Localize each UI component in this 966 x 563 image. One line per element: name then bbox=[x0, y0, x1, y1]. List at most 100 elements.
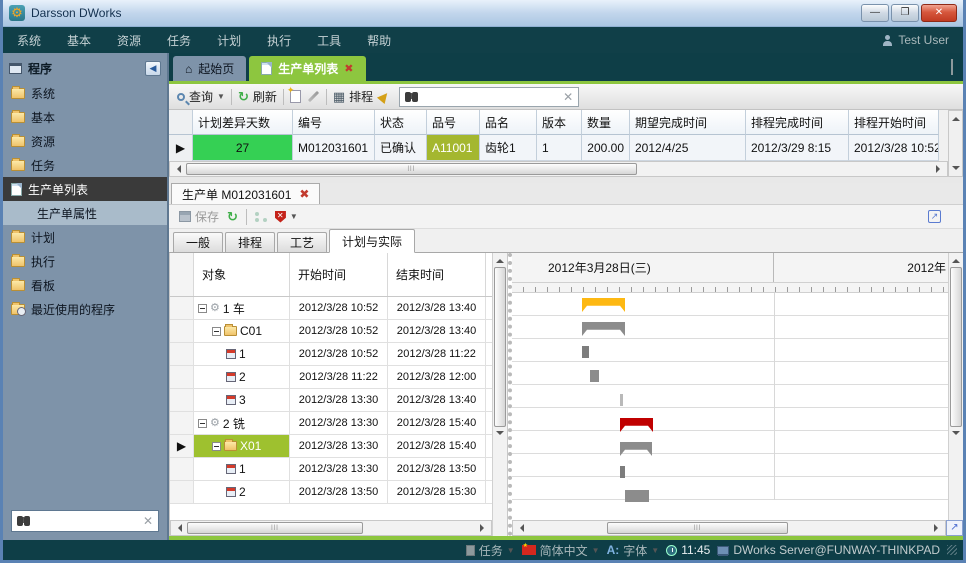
tree-vscrollbar[interactable] bbox=[492, 253, 507, 536]
new-button[interactable] bbox=[290, 90, 301, 103]
grid-cell-7[interactable]: 2012/4/25 bbox=[630, 135, 746, 161]
scroll-left-icon[interactable] bbox=[171, 521, 187, 535]
sidebar-item-3[interactable]: 任务 bbox=[3, 153, 167, 177]
gantt-bar-4[interactable] bbox=[620, 394, 623, 406]
schedule-button[interactable]: ▦ 排程 bbox=[333, 88, 373, 105]
menu-item-4[interactable]: 计划 bbox=[217, 34, 241, 48]
tree-row-3[interactable]: 22012/3/28 11:222012/3/28 12:00 bbox=[170, 366, 492, 389]
status-language[interactable]: 简体中文 ▼ bbox=[522, 542, 600, 559]
tree-hscrollbar[interactable] bbox=[170, 520, 492, 536]
menu-item-5[interactable]: 执行 bbox=[267, 34, 291, 48]
sidebar-item-5[interactable]: 生产单属性 bbox=[3, 201, 167, 225]
grid-header-3[interactable]: 品号 bbox=[427, 110, 480, 135]
grid-row[interactable]: ▶ 27M012031601已确认A11001齿轮11200.002012/4/… bbox=[169, 135, 948, 161]
grid-header-5[interactable]: 版本 bbox=[537, 110, 582, 135]
grid-header-6[interactable]: 数量 bbox=[582, 110, 630, 135]
start-time-cell[interactable]: 2012/3/28 10:52 bbox=[290, 297, 388, 319]
grid-cell-3[interactable]: A11001 bbox=[427, 135, 480, 161]
gantt-chart-body[interactable] bbox=[512, 293, 948, 500]
resize-grip[interactable] bbox=[947, 545, 957, 555]
scroll-thumb[interactable] bbox=[494, 267, 506, 427]
start-time-cell[interactable]: 2012/3/28 13:30 bbox=[290, 458, 388, 480]
grid-cell-0[interactable]: 27 bbox=[193, 135, 293, 161]
tree-object-cell[interactable]: 2 bbox=[194, 481, 290, 503]
sidebar-item-1[interactable]: 基本 bbox=[3, 105, 167, 129]
scroll-right-icon[interactable] bbox=[931, 162, 947, 176]
tab-home[interactable]: ⌂ 起始页 bbox=[173, 56, 246, 81]
sidebar-collapse-button[interactable]: ◀ bbox=[145, 61, 161, 76]
end-time-cell[interactable]: 2012/3/28 15:40 bbox=[388, 412, 486, 434]
scroll-right-icon[interactable] bbox=[929, 521, 945, 535]
minimize-button[interactable]: — bbox=[861, 4, 889, 22]
font-dropdown-icon[interactable]: ▼ bbox=[651, 546, 659, 555]
end-time-cell[interactable]: 2012/3/28 13:40 bbox=[388, 320, 486, 342]
gantt-bar-8[interactable] bbox=[625, 490, 649, 502]
clear-search-icon[interactable]: ✕ bbox=[143, 514, 153, 528]
detail-tab-close-icon[interactable]: ✖ bbox=[299, 187, 309, 201]
tab-close-icon[interactable]: ✖ bbox=[344, 62, 353, 75]
start-time-cell[interactable]: 2012/3/28 13:30 bbox=[290, 389, 388, 411]
sidebar-item-6[interactable]: 计划 bbox=[3, 225, 167, 249]
gantt-hscrollbar[interactable] bbox=[512, 520, 946, 536]
sidebar-item-8[interactable]: 看板 bbox=[3, 273, 167, 297]
scroll-up-icon[interactable] bbox=[952, 113, 960, 121]
language-dropdown-icon[interactable]: ▼ bbox=[592, 546, 600, 555]
tree-row-5[interactable]: ⚙2 铣2012/3/28 13:302012/3/28 15:40 bbox=[170, 412, 492, 435]
grid-cell-4[interactable]: 齿轮1 bbox=[480, 135, 537, 161]
gantt-bar-7[interactable] bbox=[620, 466, 625, 478]
grid-header-8[interactable]: 排程完成时间 bbox=[746, 110, 849, 135]
end-time-cell[interactable]: 2012/3/28 11:22 bbox=[388, 343, 486, 365]
menu-item-0[interactable]: 系统 bbox=[17, 34, 41, 48]
grid-cell-9[interactable]: 2012/3/28 10:52 bbox=[849, 135, 939, 161]
clean-button[interactable] bbox=[379, 92, 389, 102]
tree-row-7[interactable]: 12012/3/28 13:302012/3/28 13:50 bbox=[170, 458, 492, 481]
start-time-cell[interactable]: 2012/3/28 13:30 bbox=[290, 435, 388, 457]
scroll-down-icon[interactable] bbox=[952, 431, 960, 439]
query-button[interactable]: 查询 ▼ bbox=[177, 88, 225, 105]
detail-tab-1[interactable]: 排程 bbox=[225, 232, 275, 252]
collapse-expander-icon[interactable] bbox=[198, 304, 207, 313]
refresh-button[interactable]: ↻ 刷新 bbox=[238, 88, 277, 105]
tree-header-2[interactable]: 结束时间 bbox=[388, 253, 486, 296]
detail-tab-2[interactable]: 工艺 bbox=[277, 232, 327, 252]
maximize-button[interactable]: ❐ bbox=[891, 4, 919, 22]
end-time-cell[interactable]: 2012/3/28 15:30 bbox=[388, 481, 486, 503]
grid-header-0[interactable]: 计划差异天数 bbox=[193, 110, 293, 135]
gantt-bar-3[interactable] bbox=[590, 370, 599, 382]
tree-object-cell[interactable]: 2 bbox=[194, 366, 290, 388]
query-dropdown-icon[interactable]: ▼ bbox=[217, 92, 225, 101]
scroll-thumb[interactable] bbox=[186, 163, 637, 175]
sidebar-item-7[interactable]: 执行 bbox=[3, 249, 167, 273]
save-button[interactable]: 保存 bbox=[179, 208, 219, 225]
user-indicator[interactable]: Test User bbox=[882, 33, 949, 47]
menu-item-1[interactable]: 基本 bbox=[67, 34, 91, 48]
scroll-up-icon[interactable] bbox=[952, 255, 960, 263]
external-link-icon[interactable]: ↗ bbox=[928, 210, 941, 223]
end-time-cell[interactable]: 2012/3/28 15:40 bbox=[388, 435, 486, 457]
menu-item-7[interactable]: 帮助 bbox=[367, 34, 391, 48]
scroll-down-icon[interactable] bbox=[952, 166, 960, 174]
scroll-up-icon[interactable] bbox=[496, 255, 504, 263]
menu-item-6[interactable]: 工具 bbox=[317, 34, 341, 48]
start-time-cell[interactable]: 2012/3/28 10:52 bbox=[290, 343, 388, 365]
scroll-left-icon[interactable] bbox=[513, 521, 529, 535]
grid-hscrollbar[interactable] bbox=[169, 161, 948, 177]
tree-row-2[interactable]: 12012/3/28 10:522012/3/28 11:22 bbox=[170, 343, 492, 366]
status-task[interactable]: 任务 ▼ bbox=[466, 542, 515, 559]
grid-cell-5[interactable]: 1 bbox=[537, 135, 582, 161]
grid-vscrollbar[interactable] bbox=[948, 110, 963, 177]
grid-cell-8[interactable]: 2012/3/29 8:15 bbox=[746, 135, 849, 161]
edit-button[interactable] bbox=[307, 95, 320, 98]
end-time-cell[interactable]: 2012/3/28 13:40 bbox=[388, 389, 486, 411]
scroll-thumb[interactable] bbox=[187, 522, 363, 534]
close-button[interactable]: ✕ bbox=[921, 4, 957, 22]
sidebar-item-0[interactable]: 系统 bbox=[3, 81, 167, 105]
sidebar-item-4[interactable]: 生产单列表 bbox=[3, 177, 167, 201]
scroll-left-icon[interactable] bbox=[170, 162, 186, 176]
detail-refresh-button[interactable]: ↻ bbox=[227, 211, 238, 223]
collapse-expander-icon[interactable] bbox=[212, 442, 221, 451]
scroll-down-icon[interactable] bbox=[496, 431, 504, 439]
validate-dropdown-icon[interactable]: ▼ bbox=[290, 212, 298, 221]
grid-header-1[interactable]: 编号 bbox=[293, 110, 375, 135]
tree-row-4[interactable]: 32012/3/28 13:302012/3/28 13:40 bbox=[170, 389, 492, 412]
